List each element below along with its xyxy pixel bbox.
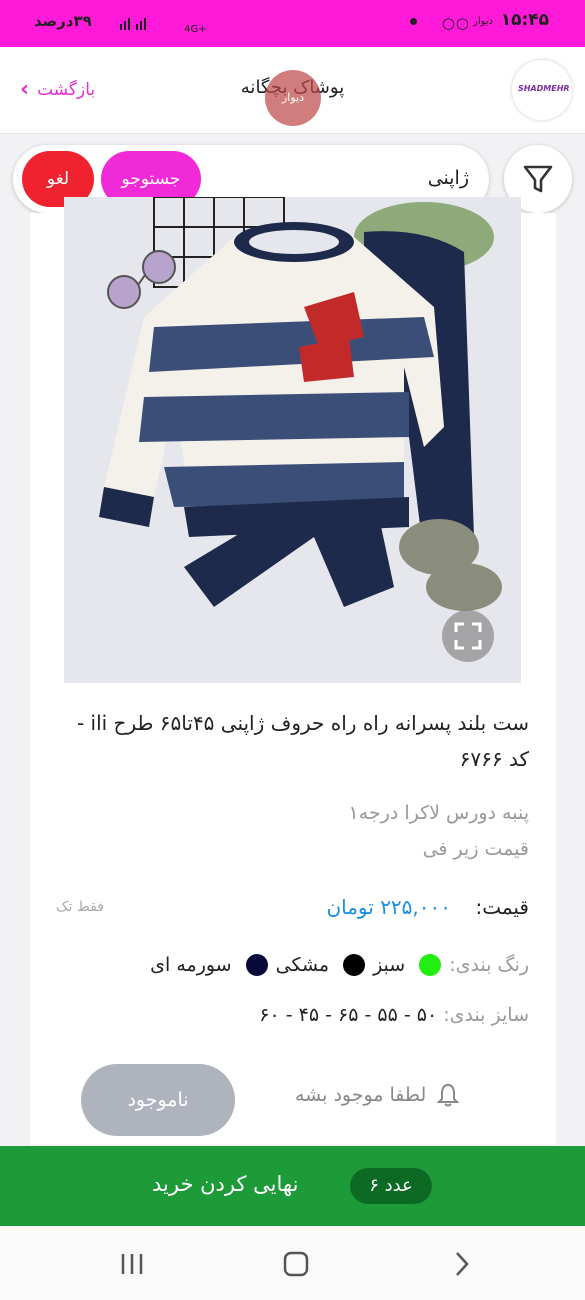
signal-icon — [120, 18, 146, 30]
network-icons: 4G+ — [120, 12, 207, 36]
notification-icons: ○○ — [441, 14, 470, 32]
price-label: قیمت: — [475, 895, 529, 919]
recent-apps-icon[interactable] — [118, 1250, 146, 1278]
color-swatch-black — [343, 954, 366, 976]
notify-label: لطفا موجود بشه — [295, 1084, 427, 1106]
status-app-label: دیوار — [472, 16, 493, 27]
network-type: 4G+ — [184, 24, 207, 35]
sizes-label: سایز بندی: — [443, 1004, 529, 1026]
color-options: رنگ بندی: سبز مشکی سورمه ای — [150, 954, 529, 976]
notify-button[interactable]: لطفا موجود بشه — [295, 1082, 460, 1108]
battery-text: ۳۹درصد — [34, 12, 92, 30]
colors-label: رنگ بندی: — [449, 954, 529, 976]
color-swatch-green — [419, 954, 442, 976]
description-line-2: قیمت زیر فی — [422, 838, 529, 860]
single-only-note: فقط تک — [56, 899, 104, 915]
logo-text: SHADMEHR — [518, 84, 570, 93]
bell-icon — [436, 1083, 460, 1107]
app-header: ‹ بازگشت پوشاک بچگانه دیوار SHADMEHR — [0, 47, 585, 134]
product-title: ست بلند پسرانه راه راه حروف ژاپنی ۴۵تا۶۵… — [76, 711, 529, 771]
out-of-stock-button[interactable]: ناموجود — [81, 1064, 235, 1136]
color-name: سورمه ای — [150, 954, 232, 976]
status-time: ۱۵:۴۵ — [500, 10, 549, 30]
price-value: ۲۲۵,۰۰۰ تومان — [326, 895, 451, 919]
color-name: سبز — [373, 954, 406, 976]
home-icon[interactable] — [282, 1250, 310, 1278]
color-name: مشکی — [275, 954, 330, 976]
description-line-1: پنبه دورس لاکرا درجه۱ — [348, 802, 530, 824]
system-nav-bar — [0, 1226, 585, 1300]
search-input[interactable]: ژاپنی — [428, 167, 469, 189]
product-description: پنبه دورس لاکرا درجه۱ قیمت زیر فی — [59, 795, 530, 867]
checkout-label: نهایی کردن خرید — [152, 1172, 299, 1196]
color-swatch-navy — [245, 954, 268, 976]
sizes-value: ۵۰ - ۵۵ - ۶۵ - ۴۵ - ۶۰ — [259, 1004, 438, 1026]
notification-dot — [410, 18, 417, 25]
checkout-bar[interactable]: نهایی کردن خرید ۶ عدد — [0, 1146, 585, 1226]
back-nav-icon[interactable] — [448, 1250, 476, 1278]
status-bar: ۱۵:۴۵ دیوار ○○ ۳۹درصد 4G+ — [0, 0, 585, 47]
cart-count-badge: ۶ عدد — [350, 1168, 432, 1204]
watermark: دیوار — [265, 70, 321, 126]
expand-image-button[interactable] — [442, 610, 494, 662]
size-options: سایز بندی: ۵۰ - ۵۵ - ۶۵ - ۴۵ - ۶۰ — [259, 1004, 529, 1026]
store-logo[interactable]: SHADMEHR — [512, 60, 572, 120]
fullscreen-icon — [454, 622, 482, 650]
